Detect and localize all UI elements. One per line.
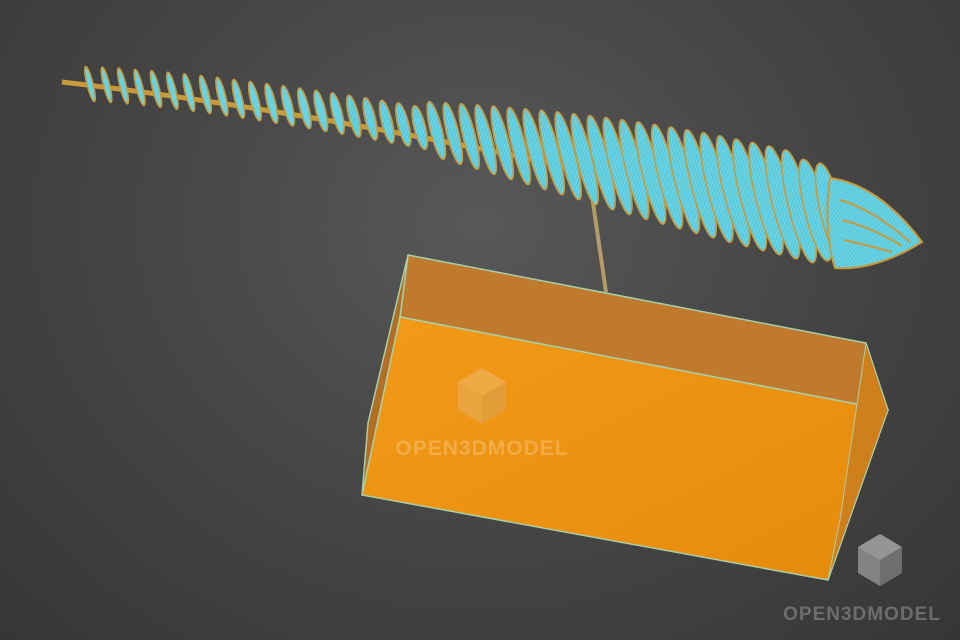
rib <box>345 94 362 138</box>
rib <box>394 102 412 147</box>
rib <box>149 69 163 109</box>
rib <box>313 89 329 133</box>
rib <box>329 92 345 135</box>
corner-watermark: OPEN3DMODEL <box>783 534 941 625</box>
render-viewport: OPEN3DMODEL OPEN3DMODEL <box>0 0 960 640</box>
rib <box>133 68 146 107</box>
fish-head <box>826 176 924 270</box>
support-rod <box>590 195 608 293</box>
rib <box>215 76 229 117</box>
fish-skeleton-sculpture <box>61 65 924 270</box>
rib <box>231 78 246 120</box>
corner-watermark-text: OPEN3DMODEL <box>783 604 941 625</box>
rib <box>362 96 379 141</box>
rib <box>296 87 312 130</box>
rib <box>264 82 279 125</box>
rib <box>182 73 196 113</box>
center-watermark-text: OPEN3DMODEL <box>395 437 568 460</box>
rib <box>280 84 296 127</box>
rib <box>116 67 130 105</box>
rib <box>247 80 262 122</box>
rib <box>378 99 395 144</box>
rib <box>198 74 213 115</box>
rib <box>165 71 179 111</box>
